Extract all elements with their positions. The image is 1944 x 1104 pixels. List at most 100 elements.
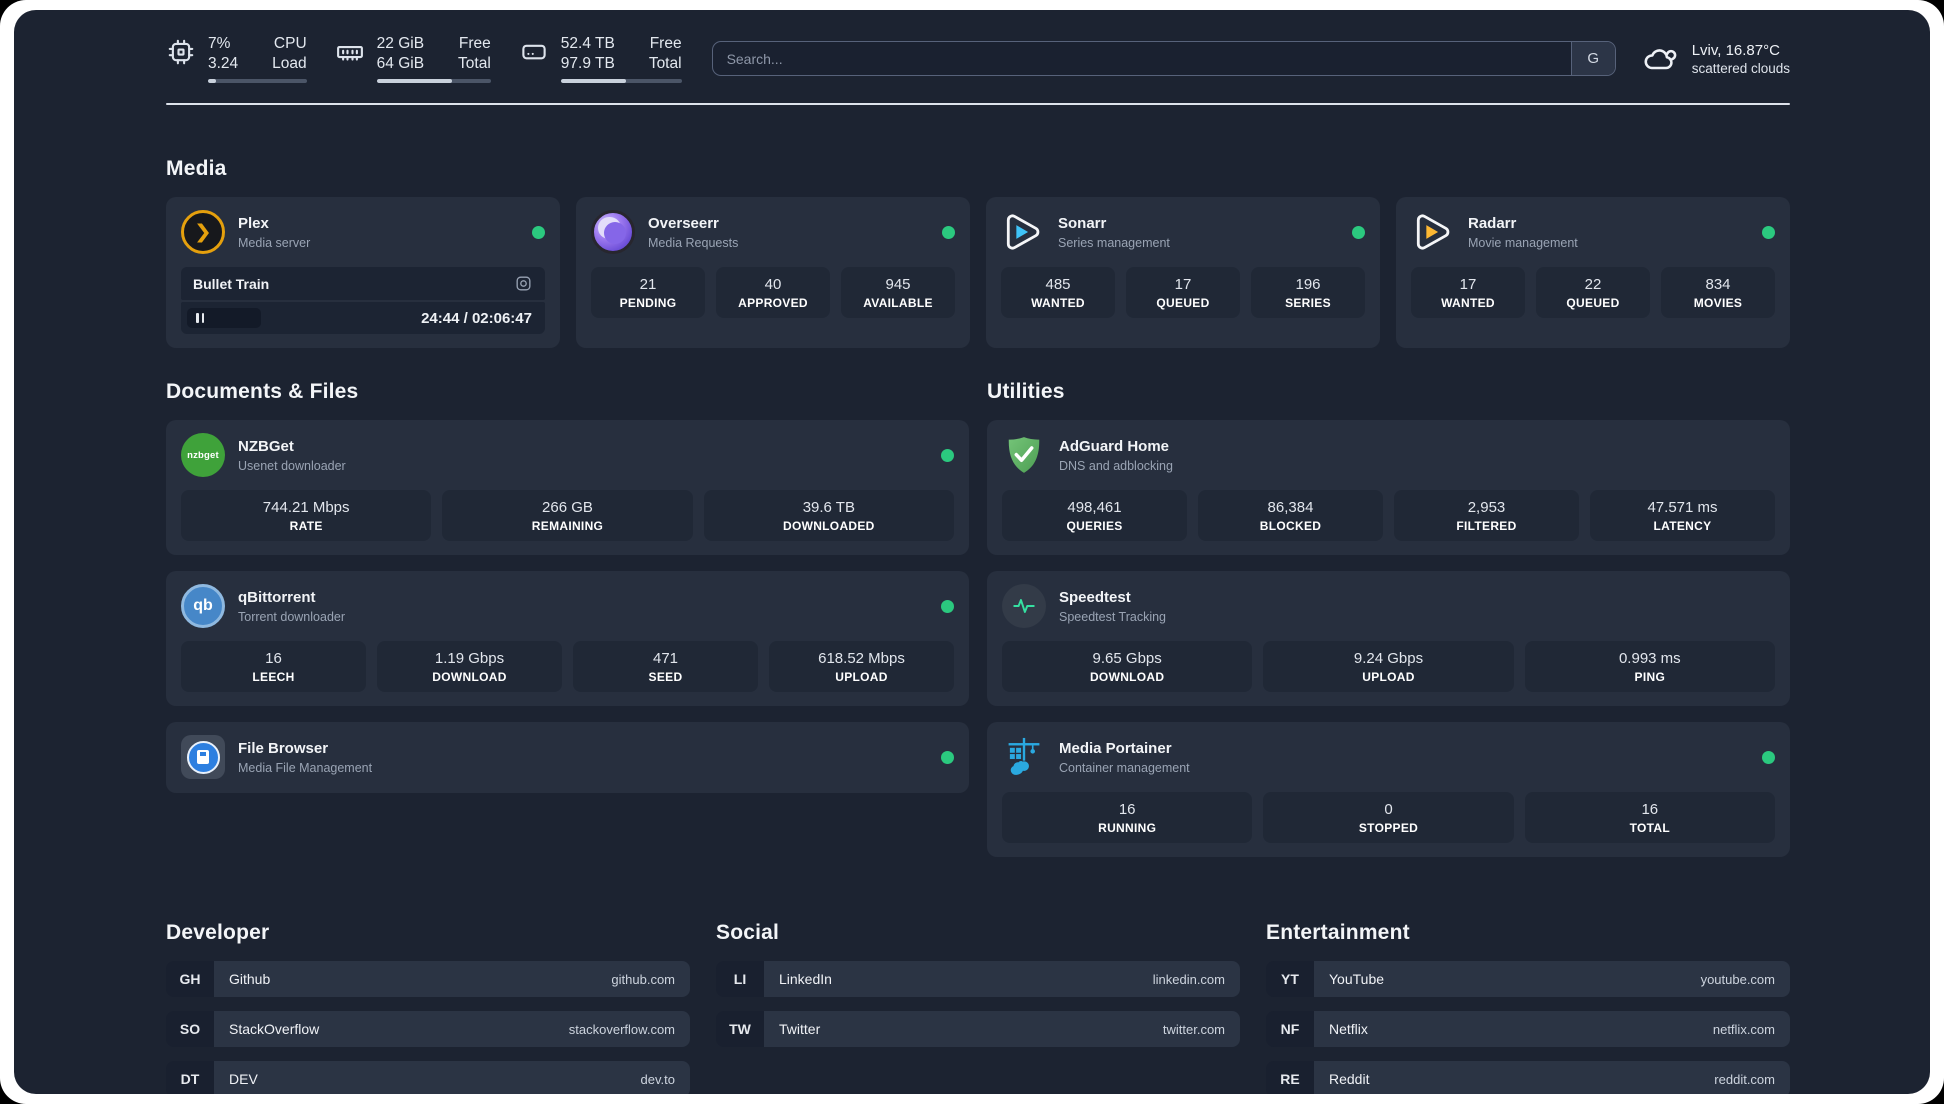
cpu-progress-bar xyxy=(208,79,307,84)
stat-tile: 744.21 Mbps RATE xyxy=(181,490,432,542)
stat-tile: 40 APPROVED xyxy=(716,267,830,319)
stat-value: 21 xyxy=(639,276,657,294)
app-card-sonarr[interactable]: Sonarr Series management 485 WANTED 17 Q… xyxy=(986,197,1380,349)
disk-total-value: 97.9 TB xyxy=(560,55,615,73)
link-reddit[interactable]: RE Reddit reddit.com xyxy=(1266,1061,1790,1094)
overseerr-icon xyxy=(591,210,635,255)
stat-value: 0 xyxy=(1384,801,1393,819)
disk-total-label: Total xyxy=(648,55,682,73)
app-description: DNS and adblocking xyxy=(1059,458,1173,473)
app-description: Speedtest Tracking xyxy=(1059,609,1167,624)
top-bar: 7% 3.24 CPU Load 22 GiB 64 GiB Free Tota… xyxy=(166,10,1790,84)
stat-label: QUEUED xyxy=(1566,296,1620,311)
ram-metric: 22 GiB 64 GiB Free Total xyxy=(335,34,491,84)
photobox-icon[interactable] xyxy=(514,274,533,293)
link-name: LinkedIn xyxy=(779,971,832,988)
app-description: Container management xyxy=(1059,760,1190,775)
cpu-load-value: 3.24 xyxy=(208,55,239,73)
link-dev[interactable]: DT DEV dev.to xyxy=(166,1061,690,1094)
portainer-icon xyxy=(1002,735,1046,779)
stat-tile: 21 PENDING xyxy=(591,267,705,319)
entertainment-section: Entertainment YT YouTube youtube.com NF … xyxy=(1266,921,1790,1094)
link-name: Reddit xyxy=(1329,1071,1370,1088)
link-tag: SO xyxy=(166,1011,214,1048)
status-dot xyxy=(941,599,954,613)
status-dot xyxy=(532,225,545,239)
link-url: netflix.com xyxy=(1712,1021,1775,1037)
app-description: Movie management xyxy=(1468,235,1578,250)
nzbget-icon: nzbget xyxy=(181,433,225,478)
stat-label: RUNNING xyxy=(1098,821,1157,836)
stat-label: RATE xyxy=(289,519,323,534)
stat-label: QUEUED xyxy=(1156,296,1210,311)
weather-widget: Lviv, 16.87°C scattered clouds xyxy=(1640,41,1790,77)
developer-section: Developer GH Github github.com SO StackO… xyxy=(166,921,690,1094)
app-name: Plex xyxy=(238,214,269,232)
status-dot xyxy=(941,750,954,764)
stat-tile: 0 STOPPED xyxy=(1263,792,1514,844)
speedtest-icon xyxy=(1002,584,1046,629)
app-name: qBittorrent xyxy=(238,588,316,606)
status-dot xyxy=(1762,225,1775,239)
stat-tile: 16 LEECH xyxy=(181,641,366,693)
search-engine-button[interactable]: G xyxy=(1570,42,1615,76)
stat-tile: 471 SEED xyxy=(573,641,758,693)
section-title-entertainment: Entertainment xyxy=(1266,921,1410,945)
link-url: twitter.com xyxy=(1162,1021,1225,1037)
app-card-plex[interactable]: ❯ Plex Media server Bullet Train 24:44 /… xyxy=(166,197,560,349)
cpu-label: CPU xyxy=(273,35,307,52)
qbittorrent-icon: qb xyxy=(181,584,225,629)
pause-button[interactable] xyxy=(187,308,261,329)
link-name: Netflix xyxy=(1329,1021,1368,1038)
utilities-column: Utilities AdGuard Home DNS and adblockin… xyxy=(987,380,1790,858)
link-github[interactable]: GH Github github.com xyxy=(166,961,690,998)
link-twitter[interactable]: TW Twitter twitter.com xyxy=(716,1011,1240,1048)
stat-value: 196 xyxy=(1295,276,1321,294)
stat-label: APPROVED xyxy=(738,296,808,311)
cpu-metric: 7% 3.24 CPU Load xyxy=(166,34,307,84)
stat-value: 17 xyxy=(1174,276,1192,294)
link-youtube[interactable]: YT YouTube youtube.com xyxy=(1266,961,1790,998)
search-input[interactable] xyxy=(712,42,1571,76)
stat-label: SERIES xyxy=(1285,296,1331,311)
link-netflix[interactable]: NF Netflix netflix.com xyxy=(1266,1011,1790,1048)
app-card-adguard[interactable]: AdGuard Home DNS and adblocking 498,461 … xyxy=(987,420,1790,556)
stat-label: LEECH xyxy=(252,670,295,685)
stat-tile: 9.24 Gbps UPLOAD xyxy=(1263,641,1514,693)
stat-tile: 485 WANTED xyxy=(1001,267,1115,319)
link-name: Github xyxy=(229,971,271,988)
stat-value: 744.21 Mbps xyxy=(262,499,350,517)
stat-value: 86,384 xyxy=(1267,499,1314,517)
stat-tile: 618.52 Mbps UPLOAD xyxy=(769,641,954,693)
link-tag: NF xyxy=(1266,1011,1314,1048)
link-linkedin[interactable]: LI LinkedIn linkedin.com xyxy=(716,961,1240,998)
app-card-overseerr[interactable]: Overseerr Media Requests 21 PENDING 40 A… xyxy=(576,197,970,349)
app-description: Media File Management xyxy=(238,760,373,775)
stat-tile: 47.571 ms LATENCY xyxy=(1590,490,1775,542)
stat-label: MOVIES xyxy=(1693,296,1743,311)
app-card-nzbget[interactable]: nzbget NZBGet Usenet downloader 744.21 M… xyxy=(166,420,969,556)
plex-now-playing: Bullet Train 24:44 / 02:06:47 xyxy=(181,267,545,335)
header-divider xyxy=(166,103,1790,106)
link-stackoverflow[interactable]: SO StackOverflow stackoverflow.com xyxy=(166,1011,690,1048)
link-url: dev.to xyxy=(640,1071,675,1087)
weather-condition: scattered clouds xyxy=(1691,60,1790,76)
app-card-qbittorrent[interactable]: qb qBittorrent Torrent downloader 16 LEE… xyxy=(166,571,969,707)
stat-tile: 17 WANTED xyxy=(1411,267,1525,319)
now-playing-title: Bullet Train xyxy=(193,275,270,292)
cloud-icon xyxy=(1644,48,1677,69)
stat-value: 17 xyxy=(1459,276,1477,294)
app-card-radarr[interactable]: Radarr Movie management 17 WANTED 22 QUE… xyxy=(1396,197,1790,349)
link-url: youtube.com xyxy=(1700,971,1775,987)
app-card-speedtest[interactable]: Speedtest Speedtest Tracking 9.65 Gbps D… xyxy=(987,571,1790,707)
app-card-filebrowser[interactable]: File Browser Media File Management xyxy=(166,722,969,794)
stat-label: REMAINING xyxy=(531,519,604,534)
stat-value: 22 xyxy=(1584,276,1602,294)
stat-tile: 16 TOTAL xyxy=(1524,792,1775,844)
app-card-portainer[interactable]: Media Portainer Container management 16 … xyxy=(987,722,1790,858)
link-name: Twitter xyxy=(779,1021,821,1038)
section-title-social: Social xyxy=(716,921,780,945)
link-tag: YT xyxy=(1266,961,1314,998)
status-dot xyxy=(942,225,955,239)
disk-icon xyxy=(522,44,546,60)
